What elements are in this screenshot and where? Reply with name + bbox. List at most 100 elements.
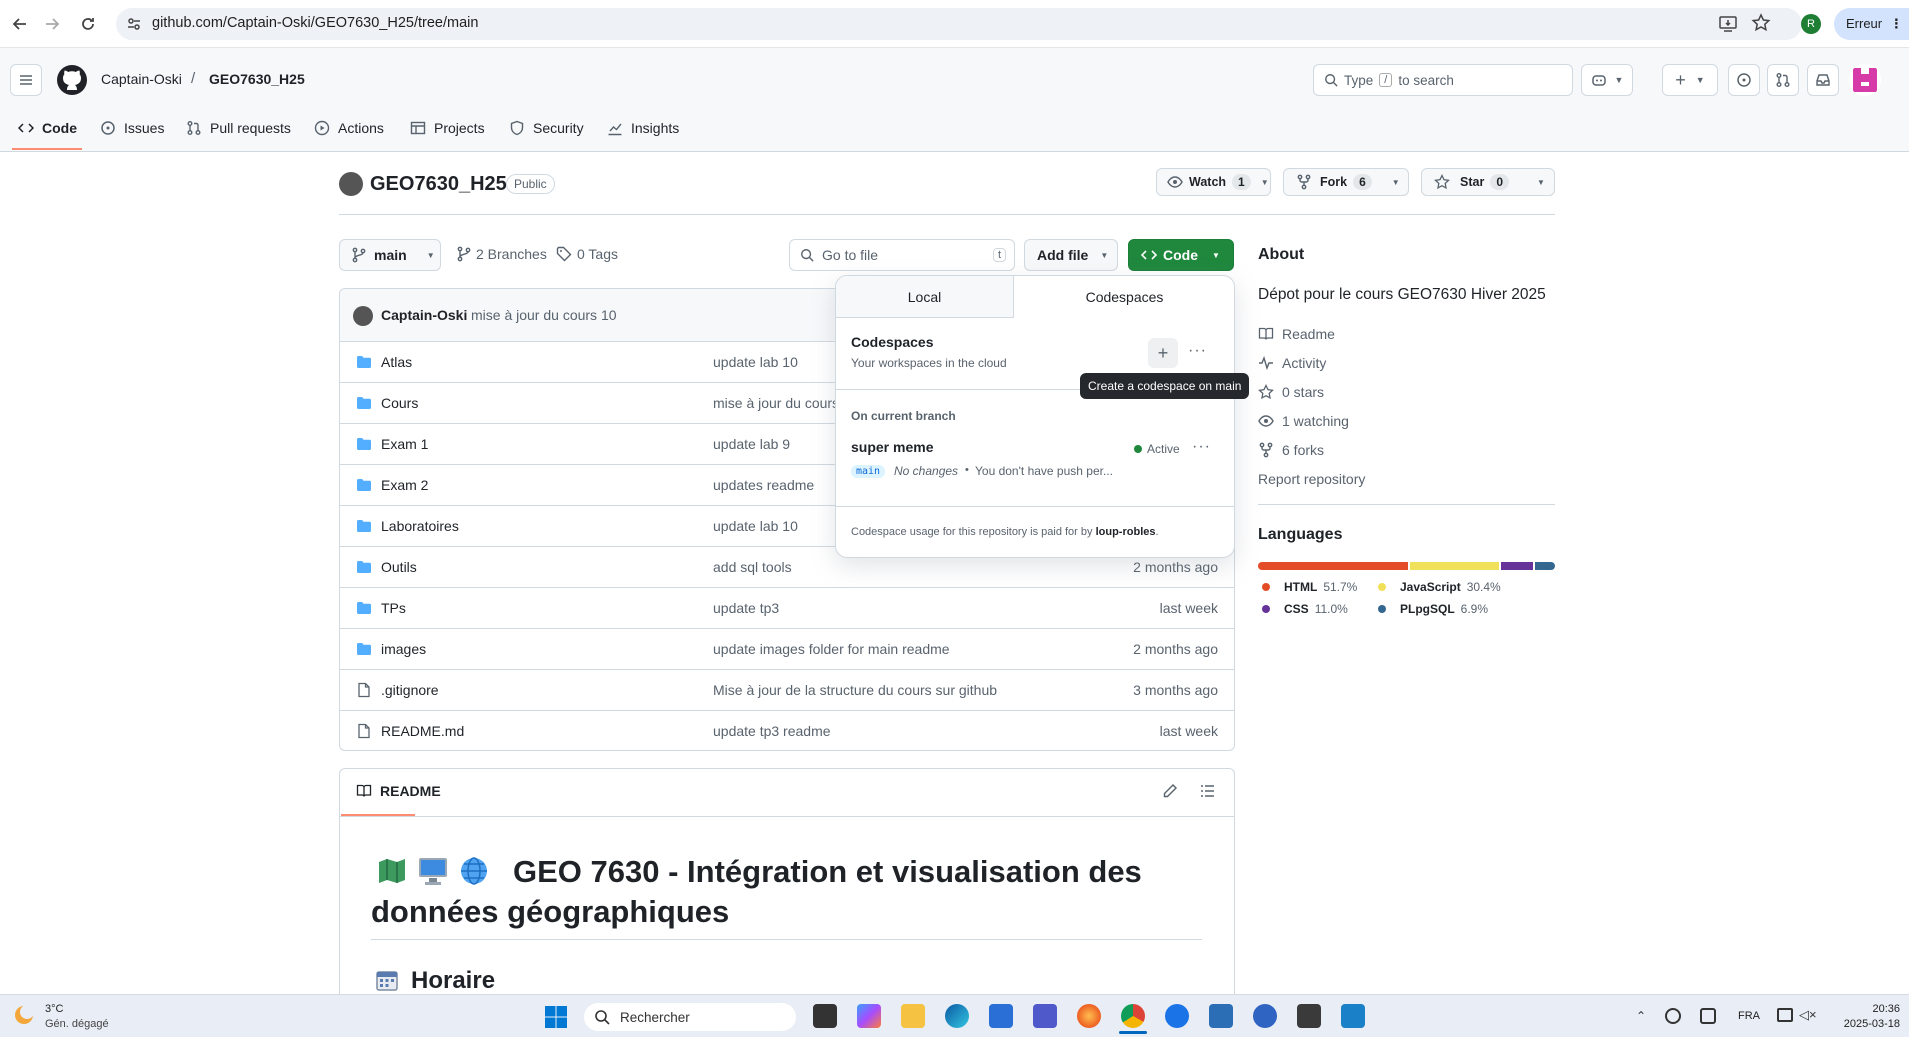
tab-pull-requests[interactable]: Pull requests [186, 118, 291, 138]
copilot-app-icon[interactable] [857, 1004, 881, 1028]
file-name[interactable]: Exam 1 [381, 436, 428, 452]
network-icon[interactable] [1700, 1008, 1716, 1024]
language-segment[interactable] [1534, 562, 1555, 570]
branches-link[interactable]: 2 Branches [457, 246, 547, 262]
clock-time[interactable]: 20:36 [1848, 1003, 1900, 1015]
tab-projects[interactable]: Projects [410, 118, 485, 138]
file-viewer-icon[interactable] [813, 1004, 837, 1028]
input-language[interactable]: FRA [1738, 1010, 1760, 1022]
copilot-button[interactable]: ▼ [1581, 64, 1633, 96]
star-button[interactable]: Star 0 ▼ [1421, 168, 1555, 196]
chrome-icon[interactable] [1121, 1004, 1145, 1028]
error-chip[interactable]: Erreur ⋮ [1834, 8, 1909, 40]
file-commit-message[interactable]: update tp3 readme [713, 723, 831, 739]
bookmark-star-icon[interactable] [1751, 13, 1771, 33]
file-commit-message[interactable]: update tp3 [713, 600, 779, 616]
codespace-name[interactable]: super meme [851, 439, 933, 455]
outline-list-icon[interactable] [1200, 783, 1216, 799]
breadcrumb-owner[interactable]: Captain-Oski [101, 71, 182, 87]
firefox-icon[interactable] [1077, 1004, 1101, 1028]
readme-tab[interactable]: README [356, 783, 441, 799]
language-item[interactable]: JavaScript 30.4% [1378, 580, 1501, 594]
branch-selector[interactable]: main ▼ [339, 239, 441, 271]
weather-icon[interactable] [12, 1003, 36, 1027]
file-row[interactable]: README.md update tp3 readme last week [340, 710, 1234, 752]
tab-local[interactable]: Local [836, 276, 1014, 318]
more-vert-icon[interactable]: ⋮ [1890, 16, 1903, 31]
repo-owner-avatar[interactable] [339, 172, 363, 196]
file-name[interactable]: Atlas [381, 354, 412, 370]
file-name[interactable]: .gitignore [381, 682, 439, 698]
file-row[interactable]: TPs update tp3 last week [340, 587, 1234, 628]
forward-icon[interactable] [42, 14, 62, 34]
install-app-icon[interactable] [1718, 14, 1738, 34]
fork-button[interactable]: Fork 6 ▼ [1283, 168, 1409, 196]
chevron-up-icon[interactable]: ⌃ [1636, 1009, 1646, 1023]
commit-message[interactable]: mise à jour du cours 10 [471, 307, 617, 323]
file-commit-message[interactable]: mise à jour du cours [713, 395, 839, 411]
language-item[interactable]: PLpgSQL 6.9% [1378, 602, 1488, 616]
reload-icon[interactable] [78, 14, 98, 34]
language-item[interactable]: CSS 11.0% [1262, 602, 1348, 616]
file-commit-message[interactable]: Mise à jour de la structure du cours sur… [713, 682, 997, 698]
file-commit-message[interactable]: update images folder for main readme [713, 641, 950, 657]
tab-codespaces[interactable]: Codespaces [1014, 276, 1235, 318]
display-icon[interactable] [1777, 1008, 1793, 1022]
file-commit-message[interactable]: update lab 10 [713, 354, 798, 370]
tab-actions[interactable]: Actions [314, 118, 384, 138]
activity-link[interactable]: Activity [1258, 355, 1326, 371]
file-name[interactable]: images [381, 641, 426, 657]
file-commit-message[interactable]: add sql tools [713, 559, 792, 575]
watch-button[interactable]: Watch 1 ▼ [1156, 168, 1271, 196]
add-file-button[interactable]: Add file ▼ [1024, 239, 1118, 271]
file-name[interactable]: Cours [381, 395, 418, 411]
commit-author[interactable]: Captain-Oski [381, 307, 467, 323]
language-segment[interactable] [1500, 562, 1533, 570]
go-to-file-input[interactable]: Go to file t [789, 239, 1015, 271]
file-commit-message[interactable]: update lab 10 [713, 518, 798, 534]
code-button[interactable]: Code ▼ [1128, 239, 1234, 271]
file-name[interactable]: Laboratoires [381, 518, 459, 534]
inbox-button[interactable] [1807, 64, 1839, 96]
menu-button[interactable] [10, 64, 42, 96]
file-row[interactable]: .gitignore Mise à jour de la structure du… [340, 669, 1234, 710]
file-name[interactable]: README.md [381, 723, 464, 739]
app-icon[interactable] [1165, 1004, 1189, 1028]
readme-link[interactable]: Readme [1258, 326, 1335, 342]
stars-link[interactable]: 0 stars [1258, 384, 1324, 400]
profile-avatar[interactable]: R [1801, 14, 1821, 34]
file-commit-message[interactable]: updates readme [713, 477, 814, 493]
sync-icon[interactable] [1665, 1008, 1681, 1024]
language-segment[interactable] [1410, 562, 1499, 570]
taskbar-search[interactable]: Rechercher [584, 1003, 796, 1031]
file-explorer-icon[interactable] [901, 1004, 925, 1028]
repo-name[interactable]: GEO7630_H25 [370, 173, 507, 196]
file-name[interactable]: Exam 2 [381, 477, 428, 493]
watching-link[interactable]: 1 watching [1258, 413, 1349, 429]
github-logo-icon[interactable] [56, 64, 88, 96]
snap-app-icon[interactable] [1297, 1004, 1321, 1028]
language-item[interactable]: HTML 51.7% [1262, 580, 1357, 594]
file-name[interactable]: Outils [381, 559, 417, 575]
search-input[interactable]: Type / to search [1313, 64, 1573, 96]
tags-link[interactable]: 0 Tags [556, 246, 618, 262]
sigma-app-icon[interactable] [1253, 1004, 1277, 1028]
tab-insights[interactable]: Insights [607, 118, 679, 138]
commit-author-avatar[interactable] [353, 306, 373, 326]
pull-requests-button[interactable] [1767, 64, 1799, 96]
forks-link[interactable]: 6 forks [1258, 442, 1324, 458]
breadcrumb-repo[interactable]: GEO7630_H25 [209, 71, 305, 87]
more-options-icon[interactable]: ··· [1188, 342, 1207, 360]
volume-muted-icon[interactable]: ◁× [1799, 1007, 1817, 1023]
edit-pencil-icon[interactable] [1162, 783, 1178, 799]
tab-issues[interactable]: Issues [100, 118, 164, 138]
user-avatar[interactable] [1849, 64, 1881, 96]
remote-desktop-icon[interactable] [1341, 1004, 1365, 1028]
codespace-more-icon[interactable]: ··· [1192, 438, 1211, 456]
postgres-icon[interactable] [1209, 1004, 1233, 1028]
edge-icon[interactable] [945, 1004, 969, 1028]
tab-security[interactable]: Security [509, 118, 584, 138]
store-icon[interactable] [989, 1004, 1013, 1028]
file-name[interactable]: TPs [381, 600, 406, 616]
back-icon[interactable] [10, 14, 30, 34]
